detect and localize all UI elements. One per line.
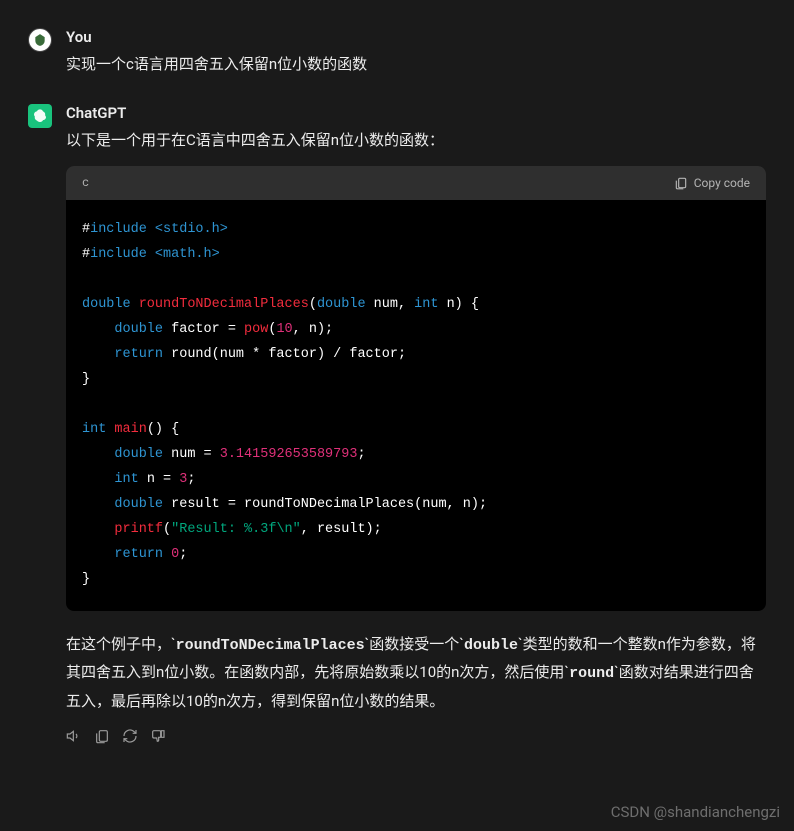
user-text: 实现一个c语言用四舍五入保留n位小数的函数 <box>66 52 766 76</box>
assistant-intro: 以下是一个用于在C语言中四舍五入保留n位小数的函数： <box>66 128 766 152</box>
copy-label: Copy code <box>694 176 750 190</box>
clipboard-icon <box>674 176 688 190</box>
inline-code: round <box>569 665 614 682</box>
chatgpt-avatar <box>28 104 52 128</box>
assistant-name: ChatGPT <box>66 104 766 122</box>
user-name: You <box>66 28 766 46</box>
code-body[interactable]: #include <stdio.h> #include <math.h> dou… <box>66 200 766 611</box>
assistant-message: ChatGPT 以下是一个用于在C语言中四舍五入保留n位小数的函数： c Cop… <box>0 104 794 772</box>
thumbs-down-icon[interactable] <box>150 728 166 744</box>
user-avatar <box>28 28 52 52</box>
regenerate-icon[interactable] <box>122 728 138 744</box>
inline-code: roundToNDecimalPlaces <box>176 637 365 654</box>
code-block: c Copy code #include <stdio.h> #include … <box>66 166 766 611</box>
clipboard-icon[interactable] <box>94 728 110 744</box>
speaker-icon[interactable] <box>66 728 82 744</box>
watermark: CSDN @shandianchengzi <box>611 803 780 821</box>
inline-code: double <box>464 637 518 654</box>
message-actions <box>66 728 766 744</box>
assistant-description: 在这个例子中，`roundToNDecimalPlaces`函数接受一个`dou… <box>66 631 766 716</box>
user-message: You 实现一个c语言用四舍五入保留n位小数的函数 <box>0 28 794 104</box>
code-header: c Copy code <box>66 166 766 200</box>
copy-code-button[interactable]: Copy code <box>674 176 750 190</box>
code-lang: c <box>82 176 89 190</box>
